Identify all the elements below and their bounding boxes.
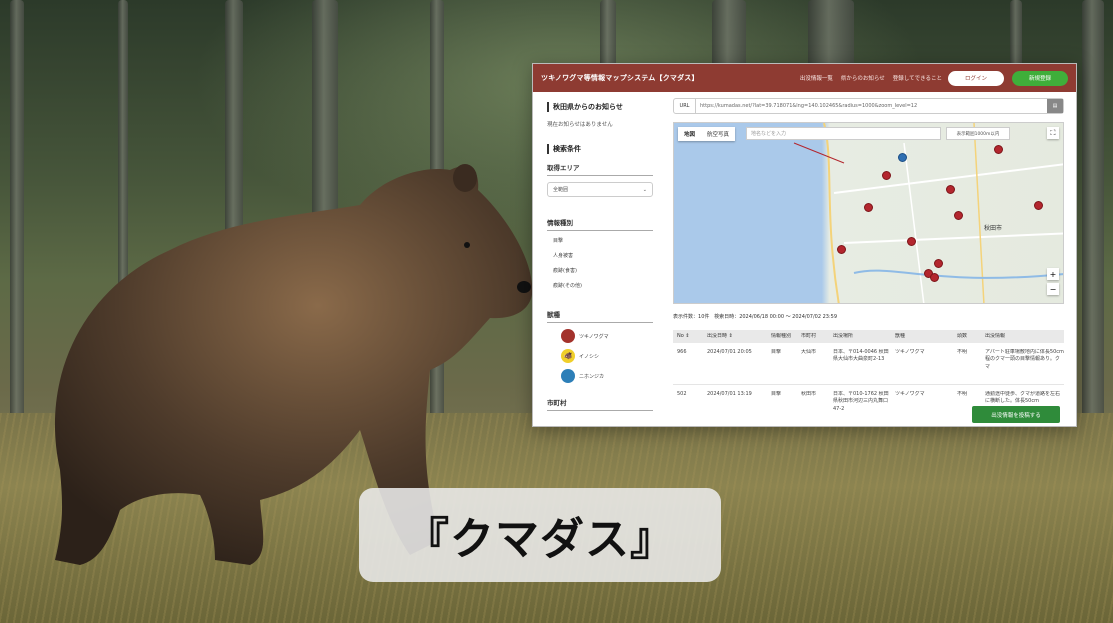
map-pin[interactable] (882, 171, 891, 180)
col-count: 頭数 (957, 332, 968, 339)
tab-map[interactable]: 地図 (678, 127, 701, 141)
col-animal: 獣種 (895, 332, 906, 339)
cell-type: 目撃 (771, 349, 782, 355)
url-field[interactable]: https://kumadas.net/?lat=39.718071&lng=1… (696, 103, 1047, 109)
url-bar: URL https://kumadas.net/?lat=39.718071&l… (673, 98, 1064, 114)
zoom-in-button[interactable]: + (1047, 268, 1059, 280)
animal-option-boar[interactable]: 🐗 イノシシ (561, 349, 653, 363)
map-pin[interactable] (994, 145, 1003, 154)
zoom-out-button[interactable]: − (1047, 283, 1059, 295)
results-summary: 表示件数：10件 検索日時：2024/06/18 00:00 〜 2024/07… (673, 313, 1064, 320)
map-pin[interactable] (934, 259, 943, 268)
register-button[interactable]: 新規登録 (1012, 70, 1068, 86)
cell-no: 966 (677, 349, 687, 355)
bear-icon (561, 329, 575, 343)
cell-city: 秋田市 (801, 391, 817, 397)
cell-place: 日本、〒014-0046 秋田県大仙市大曲泉町2-13 (833, 349, 889, 363)
count-value: 10件 (698, 314, 710, 320)
cell-date: 2024/07/01 13:19 (707, 391, 752, 397)
cell-date: 2024/07/01 20:05 (707, 349, 752, 355)
notice-text: 現在お知らせはありません (547, 122, 613, 128)
range-chip[interactable]: 表示範囲1000m以内 (946, 127, 1010, 140)
cell-type: 目撃 (771, 391, 782, 397)
login-button[interactable]: ログイン (948, 70, 1004, 86)
period-label: 検索日時： (714, 314, 740, 320)
map-pin[interactable] (864, 203, 873, 212)
city-label: 市町村 (547, 397, 653, 411)
app-header: ツキノワグマ等情報マップシステム【クマダス】 出没情報一覧 県からのお知らせ 登… (533, 64, 1076, 92)
col-type: 情報種別 (771, 332, 792, 339)
chevron-down-icon: ⌄ (642, 186, 647, 193)
table-row[interactable]: 966 2024/07/01 20:05 目撃 大仙市 日本、〒014-0046… (673, 343, 1064, 385)
map-view[interactable]: 地図 航空写真 地名などを入力 表示範囲1000m以内 ⛶ 秋田市 + − (673, 122, 1064, 304)
animal-option-label: ニホンジカ (579, 373, 605, 380)
col-date[interactable]: 出没日時 ⇕ (703, 333, 767, 340)
boar-icon: 🐗 (561, 349, 575, 363)
nav-features[interactable]: 登録してできること (893, 74, 942, 82)
copy-icon[interactable]: ▤ (1047, 99, 1063, 113)
map-pin[interactable] (837, 245, 846, 254)
map-roads (793, 123, 1063, 303)
fullscreen-icon[interactable]: ⛶ (1047, 127, 1059, 139)
url-label: URL (674, 99, 696, 113)
map-pin[interactable] (898, 153, 907, 162)
type-label: 情報種別 (547, 217, 653, 231)
tab-aerial[interactable]: 航空写真 (701, 127, 735, 141)
cell-count: 不明 (957, 349, 968, 355)
app-title: ツキノワグマ等情報マップシステム【クマダス】 (541, 74, 699, 82)
cell-city: 大仙市 (801, 349, 817, 355)
cell-info: アパート駐車場敷地内に体長50cm程のクマ一頭の目撃情報あり。クマ (985, 349, 1064, 370)
map-pin[interactable] (930, 273, 939, 282)
map-search-input[interactable]: 地名などを入力 (746, 127, 941, 140)
post-sighting-button[interactable]: 出没情報を投稿する (972, 406, 1060, 423)
cell-animal: ツキノワグマ (895, 349, 925, 355)
nav-sightings-list[interactable]: 出没情報一覧 (800, 74, 833, 82)
count-label: 表示件数： (673, 314, 699, 320)
period-value: 2024/06/18 00:00 〜 2024/07/02 23:59 (739, 314, 838, 320)
area-label: 取得エリア (547, 162, 653, 176)
nav-notices[interactable]: 県からのお知らせ (841, 74, 885, 82)
col-city: 市町村 (801, 332, 817, 339)
map-pin[interactable] (1034, 201, 1043, 210)
animal-option-deer[interactable]: ニホンジカ (561, 369, 653, 383)
animal-option-label: ツキノワグマ (579, 333, 609, 340)
type-checkbox-feeding-trace[interactable]: 痕跡(食害) (553, 267, 653, 274)
map-city-label: 秋田市 (984, 225, 1003, 232)
col-no[interactable]: No ⇕ (673, 333, 703, 340)
sidebar: 秋田県からのお知らせ 現在お知らせはありません 検索条件 取得エリア 全範囲 ⌄… (533, 92, 663, 426)
cell-animal: ツキノワグマ (895, 391, 925, 397)
notice-title: 秋田県からのお知らせ (547, 102, 653, 112)
animal-label: 獣種 (547, 309, 653, 323)
main-panel: URL https://kumadas.net/?lat=39.718071&l… (673, 98, 1064, 426)
search-title: 検索条件 (547, 144, 653, 154)
table-header: No ⇕ 出没日時 ⇕ 情報種別 市町村 出没場所 獣種 頭数 出没情報 (673, 330, 1064, 343)
animal-option-label: イノシシ (579, 353, 600, 360)
map-pin[interactable] (954, 211, 963, 220)
map-pin[interactable] (907, 237, 916, 246)
cell-place: 日本、〒010-1762 秋田県秋田市河辺三内丸舞口47-2 (833, 391, 889, 412)
map-pin[interactable] (946, 185, 955, 194)
map-type-tabs: 地図 航空写真 (678, 127, 736, 141)
type-checkbox-sighting[interactable]: 目撃 (553, 237, 653, 244)
animal-option-bear[interactable]: ツキノワグマ (561, 329, 653, 343)
app-screenshot: ツキノワグマ等情報マップシステム【クマダス】 出没情報一覧 県からのお知らせ 登… (532, 63, 1077, 427)
cell-no: 502 (677, 391, 687, 397)
caption-banner: 『クマダス』 (359, 488, 721, 582)
deer-icon (561, 369, 575, 383)
area-select-value: 全範囲 (553, 187, 569, 193)
col-info: 出没情報 (985, 332, 1006, 339)
type-checkbox-other-trace[interactable]: 痕跡(その他) (553, 282, 653, 289)
area-select[interactable]: 全範囲 ⌄ (547, 182, 653, 197)
col-place: 出没場所 (833, 332, 854, 339)
type-checkbox-injury[interactable]: 人身被害 (553, 252, 653, 259)
